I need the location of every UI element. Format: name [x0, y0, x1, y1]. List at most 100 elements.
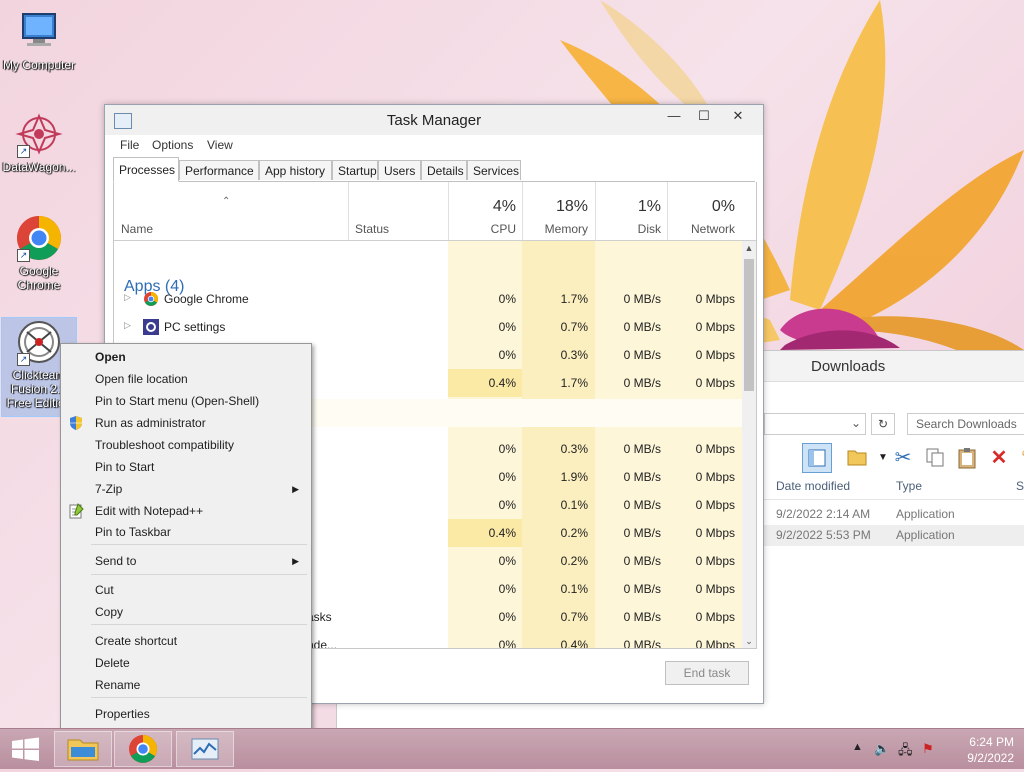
- shortcut-arrow-icon: ↗: [17, 145, 30, 158]
- menu-item-rename[interactable]: Rename: [63, 674, 309, 696]
- preview-pane-icon[interactable]: [802, 443, 832, 473]
- scroll-up-arrow-icon[interactable]: ▲: [742, 241, 756, 255]
- process-cpu: 0%: [498, 554, 516, 568]
- address-bar[interactable]: ⌄: [764, 413, 866, 435]
- file-row[interactable]: 9/2/2022 5:53 PM Application: [764, 525, 1024, 546]
- scrollbar[interactable]: ▲ ⌄: [742, 241, 756, 648]
- column-status[interactable]: Status: [355, 222, 389, 236]
- tab-details[interactable]: Details: [421, 160, 467, 180]
- process-row[interactable]: ▷ Google Chrome 0% 1.7% 0 MB/s 0 Mbps: [114, 285, 746, 313]
- file-row[interactable]: 9/2/2022 2:14 AM Application: [764, 504, 1024, 525]
- process-mem: 1.9%: [560, 470, 588, 484]
- clock[interactable]: 6:24 PM 9/2/2022: [944, 734, 1014, 766]
- chevron-down-icon[interactable]: ⌄: [851, 416, 861, 430]
- menu-view[interactable]: View: [207, 138, 233, 152]
- memory-total: 18%: [555, 198, 588, 215]
- tab-processes[interactable]: Processes: [113, 157, 179, 182]
- process-net: 0 Mbps: [695, 348, 735, 362]
- expand-arrow-icon[interactable]: ▷: [124, 320, 131, 331]
- expand-arrow-icon[interactable]: ▷: [124, 292, 131, 303]
- column-network[interactable]: Network: [667, 222, 735, 236]
- computer-icon: [15, 8, 63, 56]
- end-task-button[interactable]: End task: [665, 661, 749, 685]
- refresh-button[interactable]: ↻: [871, 413, 895, 435]
- process-net: 0 Mbps: [695, 582, 735, 596]
- menu-item-properties[interactable]: Properties: [63, 703, 309, 725]
- network-icon[interactable]: 🖧: [898, 741, 913, 763]
- menu-file[interactable]: File: [120, 138, 139, 152]
- menu-item-pin-to-taskbar[interactable]: Pin to Taskbar: [63, 521, 309, 543]
- menu-item-pin-to-start-menu-open-shell[interactable]: Pin to Start menu (Open-Shell): [63, 390, 309, 412]
- delete-icon[interactable]: ✕: [984, 443, 1014, 473]
- process-mem: 0.4%: [560, 638, 588, 649]
- cut-icon[interactable]: ✂: [888, 443, 918, 473]
- process-mem: 0.3%: [560, 348, 588, 362]
- action-center-icon[interactable]: ⚑: [922, 741, 934, 757]
- paste-icon[interactable]: [952, 443, 982, 473]
- tab-app-history[interactable]: App history: [259, 160, 332, 180]
- menu-item-troubleshoot-compatibility[interactable]: Troubleshoot compatibility: [63, 434, 309, 456]
- menu-item-create-shortcut[interactable]: Create shortcut: [63, 630, 309, 652]
- menu-item-pin-to-start[interactable]: Pin to Start: [63, 456, 309, 478]
- menu-item-open[interactable]: Open: [63, 346, 309, 368]
- task-manager-titlebar[interactable]: Task Manager — ☐ ✕: [105, 105, 763, 135]
- clickteam-fusion-icon: ↗: [15, 318, 63, 366]
- column-size[interactable]: Si: [1016, 479, 1024, 493]
- process-disk: 0 MB/s: [623, 320, 661, 334]
- datawagon-icon: ↗: [15, 110, 63, 158]
- close-button[interactable]: ✕: [723, 105, 753, 127]
- menu-item-copy[interactable]: Copy: [63, 601, 309, 623]
- menu-item-run-as-administrator[interactable]: Run as administrator: [63, 412, 309, 434]
- tab-performance[interactable]: Performance: [179, 160, 259, 180]
- tab-users[interactable]: Users: [378, 160, 421, 180]
- menu-item-send-to[interactable]: Send to ▶: [63, 550, 309, 572]
- desktop-icon-label: My Computer: [2, 58, 76, 72]
- taskbar-file-explorer[interactable]: [54, 731, 112, 767]
- copy-icon[interactable]: [920, 443, 950, 473]
- search-downloads-input[interactable]: Search Downloads: [907, 413, 1024, 435]
- process-disk: 0 MB/s: [623, 292, 661, 306]
- chrome-icon: [143, 291, 159, 307]
- menu-item-cut[interactable]: Cut: [63, 579, 309, 601]
- show-hidden-icons-icon[interactable]: ▲: [852, 741, 863, 753]
- chrome-icon: ↗: [15, 214, 63, 262]
- menu-item-delete[interactable]: Delete: [63, 652, 309, 674]
- tab-startup[interactable]: Startup: [332, 160, 378, 180]
- sort-arrow-icon[interactable]: ⌃: [222, 196, 230, 207]
- minimize-button[interactable]: —: [659, 105, 689, 127]
- desktop-icon-google-chrome[interactable]: ↗ Google Chrome: [2, 214, 76, 292]
- process-disk: 0 MB/s: [623, 554, 661, 568]
- process-row[interactable]: ▷ PC settings 0% 0.7% 0 MB/s 0 Mbps: [114, 313, 746, 341]
- column-cpu[interactable]: CPU: [448, 222, 516, 236]
- tab-services[interactable]: Services: [467, 160, 521, 180]
- column-disk[interactable]: Disk: [595, 222, 661, 236]
- shortcut-arrow-icon: ↗: [17, 249, 30, 262]
- column-type[interactable]: Type: [896, 479, 922, 493]
- column-date-modified[interactable]: Date modified: [776, 479, 850, 493]
- rename-icon[interactable]: ✎: [1014, 443, 1024, 473]
- menu-item-open-file-location[interactable]: Open file location: [63, 368, 309, 390]
- menu-item-edit-with-notepad[interactable]: Edit with Notepad++: [63, 500, 309, 522]
- taskbar-chrome[interactable]: [114, 731, 172, 767]
- maximize-button[interactable]: ☐: [689, 105, 719, 127]
- column-divider: [348, 182, 349, 240]
- process-mem: 0.1%: [560, 582, 588, 596]
- menu-item-label: Edit with Notepad++: [95, 504, 204, 518]
- process-mem: 0.2%: [560, 554, 588, 568]
- start-button[interactable]: [0, 729, 52, 769]
- menu-options[interactable]: Options: [152, 138, 193, 152]
- taskbar-task-manager[interactable]: [176, 731, 234, 767]
- desktop-icon-datawagon[interactable]: ↗ DataWagon...: [2, 110, 76, 174]
- column-memory[interactable]: Memory: [522, 222, 588, 236]
- process-net: 0 Mbps: [695, 526, 735, 540]
- process-cpu: 0%: [498, 610, 516, 624]
- volume-muted-icon[interactable]: 🔈: [874, 741, 890, 757]
- process-disk: 0 MB/s: [623, 376, 661, 390]
- desktop-icon-my-computer[interactable]: My Computer: [2, 8, 76, 72]
- column-name[interactable]: Name: [121, 222, 153, 236]
- menu-item-7-zip[interactable]: 7-Zip ▶: [63, 478, 309, 500]
- menu-item-label: Pin to Start: [95, 460, 155, 474]
- scrollbar-thumb[interactable]: [744, 259, 754, 391]
- scroll-down-arrow-icon[interactable]: ⌄: [742, 634, 756, 648]
- context-menu[interactable]: Open Open file location Pin to Start menu …: [60, 343, 312, 730]
